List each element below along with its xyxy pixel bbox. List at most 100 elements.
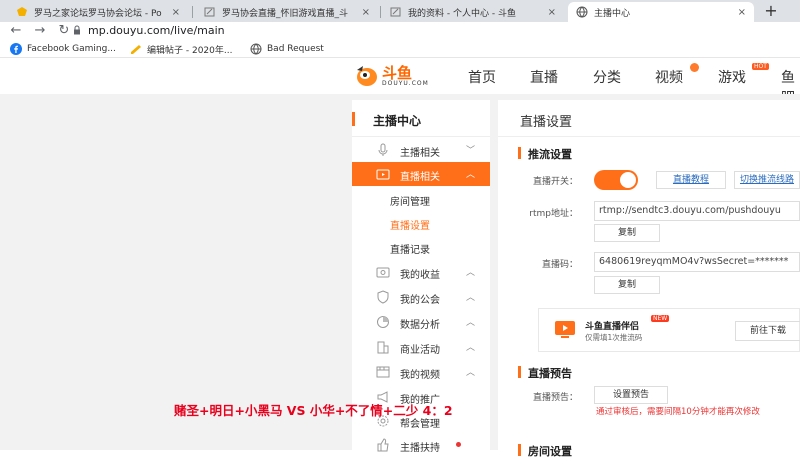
tab-title: 主播中心: [594, 8, 631, 19]
close-icon[interactable]: ×: [172, 7, 180, 18]
sidebar-item-guild[interactable]: 我的公会 ︿: [352, 285, 490, 309]
score-overlay-caption: 赌圣+明日+小黑马 VS 小华+不了情+二少 4：2: [174, 403, 453, 418]
chevron-up-icon: ︿: [466, 268, 476, 278]
browser-tab-2[interactable]: 罗马协会直播_怀旧游戏直播_斗 ×: [196, 2, 378, 22]
section-accent-bar: [518, 147, 521, 159]
sidebar-item-support[interactable]: 主播扶持: [352, 433, 490, 457]
address-bar[interactable]: mp.douyu.com/live/main: [88, 23, 225, 39]
close-icon[interactable]: ×: [548, 7, 556, 18]
sidebar-title: 主播中心: [373, 114, 422, 128]
tab-title: 我的资料 - 个人中心 - 斗鱼: [408, 8, 516, 19]
switch-line-link[interactable]: 切换推流线路: [734, 171, 800, 189]
bookmark-item[interactable]: 编辑帖子 - 2020年...: [130, 42, 232, 56]
play-icon: [555, 321, 575, 338]
browser-toolbar: ← → ↻ mp.douyu.com/live/main: [0, 22, 800, 40]
nav-live[interactable]: 直播: [530, 67, 558, 87]
copy-rtmp-button[interactable]: 复制: [594, 224, 660, 242]
chevron-up-icon: ︿: [466, 170, 476, 180]
nav-video[interactable]: 视频: [655, 67, 683, 87]
building-icon: [377, 341, 389, 354]
shield-icon: [377, 290, 389, 304]
section-title-push: 推流设置: [528, 148, 572, 161]
tab-title: 罗马协会直播_怀旧游戏直播_斗: [222, 8, 349, 19]
sidebar-subitem-records[interactable]: 直播记录: [390, 241, 430, 256]
section-accent-bar: [518, 366, 521, 378]
sidebar-menu: 主播中心 主播相关 ﹀ 直播相关 ︿ 房间管理 直播设置 直播记录 我的收益 ︿…: [352, 100, 490, 454]
sidebar-subitem-room[interactable]: 房间管理: [390, 193, 430, 208]
favicon-icon: [17, 7, 27, 16]
new-badge: NEW: [651, 315, 670, 322]
browser-tab-3[interactable]: 我的资料 - 个人中心 - 斗鱼 ×: [382, 2, 564, 22]
section-title-preview: 直播预告: [528, 367, 572, 380]
forward-arrow-icon[interactable]: →: [32, 23, 48, 39]
divider: [352, 136, 490, 137]
tab-separator: [192, 6, 193, 18]
chevron-down-icon: ﹀: [466, 146, 476, 156]
mic-icon: [378, 143, 388, 156]
section-accent-bar: [518, 444, 521, 456]
close-icon[interactable]: ×: [362, 7, 370, 18]
sidebar-item-label: 主播相关: [400, 148, 440, 159]
nav-category[interactable]: 分类: [593, 67, 621, 87]
browser-tab-active[interactable]: 主播中心 ×: [568, 2, 754, 22]
bookmark-item[interactable]: Bad Request: [250, 42, 324, 56]
sidebar-item-label: 商业活动: [400, 345, 440, 356]
bookmark-item[interactable]: Facebook Gaming...: [10, 42, 116, 56]
bookmarks-bar: Facebook Gaming... 编辑帖子 - 2020年... Bad R…: [0, 40, 800, 58]
lock-icon[interactable]: [72, 25, 82, 35]
copy-code-button[interactable]: 复制: [594, 276, 660, 294]
set-preview-button[interactable]: 设置预告: [594, 386, 668, 404]
back-arrow-icon[interactable]: ←: [8, 23, 24, 39]
globe-icon: [576, 6, 588, 18]
chevron-up-icon: ︿: [466, 293, 476, 303]
nav-game[interactable]: 游戏: [718, 67, 746, 87]
video-badge-dot: [690, 63, 699, 72]
main-panel: 直播设置 推流设置 直播开关： 直播教程 切换推流线路 rtmp地址： rtmp…: [498, 100, 800, 458]
download-button[interactable]: 前往下载: [735, 321, 800, 341]
new-tab-button[interactable]: +: [760, 2, 782, 20]
logo-subtext: DOUYU.COM: [382, 80, 429, 87]
favicon-icon: [204, 7, 215, 17]
sidebar-item-income[interactable]: 我的收益 ︿: [352, 260, 490, 284]
sidebar-item-videos[interactable]: 我的视频 ︿: [352, 360, 490, 384]
promo-subtitle: 仅需填1次推流码: [585, 333, 643, 342]
sidebar-item-label: 我的公会: [400, 295, 440, 306]
field-label: 直播开关：: [532, 177, 578, 187]
sidebar-item-streamer[interactable]: 主播相关 ﹀: [352, 138, 490, 162]
site-header: 斗鱼 DOUYU.COM 首页 直播 分类 视频 游戏 HOT 鱼吧: [0, 58, 800, 106]
chevron-up-icon: ︿: [466, 318, 476, 328]
sidebar-subitem-live-settings[interactable]: 直播设置: [390, 217, 430, 232]
reload-icon[interactable]: ↻: [56, 23, 72, 39]
sidebar-item-label: 直播相关: [400, 172, 440, 183]
red-dot-badge: [456, 442, 461, 447]
sidebar-item-label: 我的收益: [400, 270, 440, 281]
nav-home[interactable]: 首页: [468, 67, 496, 87]
page-title: 直播设置: [520, 115, 573, 130]
chevron-up-icon: ︿: [466, 368, 476, 378]
sidebar-item-label: 我的视频: [400, 370, 440, 381]
sidebar-item-live[interactable]: 直播相关 ︿: [352, 162, 490, 186]
browser-tab-strip: 罗马之家论坛罗马协会论坛 - Po × 罗马协会直播_怀旧游戏直播_斗 × 我的…: [0, 0, 800, 22]
tutorial-link[interactable]: 直播教程: [656, 171, 726, 189]
field-label: 直播码：: [541, 260, 578, 270]
stream-key-field[interactable]: 6480619reyqmMO4v?wsSecret=*******: [594, 252, 800, 272]
bookmark-label: Bad Request: [267, 44, 324, 54]
globe-icon: [250, 43, 262, 55]
field-label: rtmp地址：: [529, 209, 578, 219]
live-toggle[interactable]: [594, 170, 638, 190]
douyu-logo-icon[interactable]: [354, 64, 380, 88]
companion-promo: 斗鱼直播伴侣 NEW 仅需填1次推流码 前往下载: [538, 308, 800, 352]
close-icon[interactable]: ×: [738, 7, 746, 18]
hot-badge: HOT: [752, 63, 769, 70]
bookmark-label: Facebook Gaming...: [27, 44, 116, 54]
sidebar-item-analytics[interactable]: 数据分析 ︿: [352, 310, 490, 334]
sidebar-item-business[interactable]: 商业活动 ︿: [352, 335, 490, 359]
browser-tab-1[interactable]: 罗马之家论坛罗马协会论坛 - Po ×: [8, 2, 188, 22]
section-title-room: 房间设置: [528, 445, 572, 458]
sidebar-item-label: 数据分析: [400, 320, 440, 331]
money-icon: [376, 267, 390, 278]
rtmp-address-field[interactable]: rtmp://sendtc3.douyu.com/pushdouyu: [594, 201, 800, 221]
tab-title: 罗马之家论坛罗马协会论坛 - Po: [34, 8, 162, 19]
toggle-knob: [620, 172, 636, 188]
favicon-icon: [390, 7, 401, 17]
